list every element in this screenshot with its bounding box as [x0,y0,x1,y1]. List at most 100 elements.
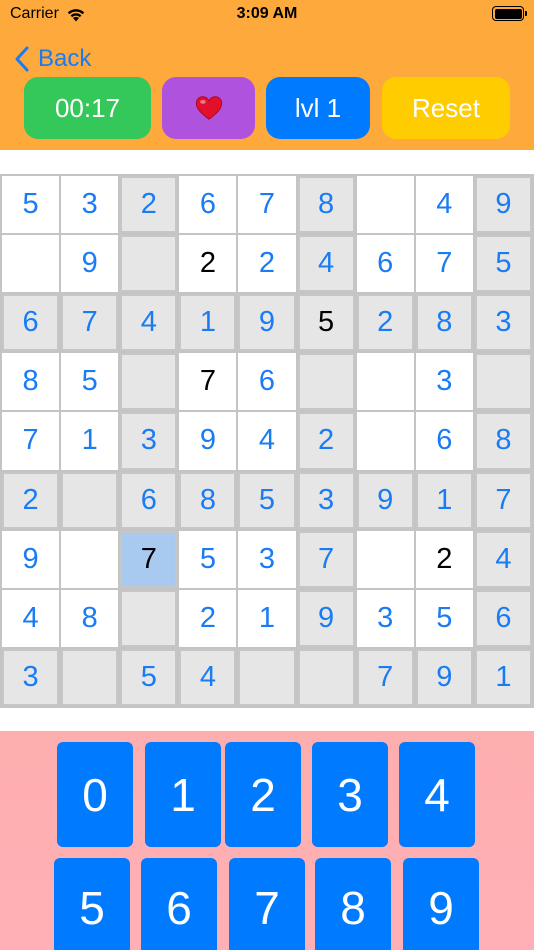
board-cell[interactable]: 4 [238,412,296,470]
board-cell[interactable]: 7 [474,471,532,529]
board-cell[interactable] [120,589,178,647]
board-cell[interactable]: 7 [297,530,355,588]
board-cell[interactable]: 1 [238,589,296,647]
board-cell[interactable] [61,648,119,706]
board-cell[interactable]: 7 [61,294,119,352]
board-cell[interactable]: 3 [120,412,178,470]
board-cell[interactable]: 4 [474,530,532,588]
level-button[interactable]: lvl 1 [266,77,370,139]
board-cell[interactable]: 5 [474,235,532,293]
board-cell[interactable] [297,353,355,411]
board-cell[interactable]: 9 [179,412,237,470]
board-cell[interactable] [120,353,178,411]
board-cell[interactable]: 9 [297,589,355,647]
chevron-left-icon [15,46,29,72]
board-cell[interactable]: 7 [356,648,414,706]
board-cell[interactable]: 7 [415,235,473,293]
reset-label: Reset [412,92,480,123]
reset-button[interactable]: Reset [382,77,510,139]
timer-button[interactable]: 00:17 [24,77,151,139]
board-cell[interactable]: 3 [61,176,119,234]
board-cell[interactable]: 5 [415,589,473,647]
board-cell[interactable] [238,648,296,706]
board-cell[interactable]: 9 [61,235,119,293]
board-cell[interactable]: 8 [2,353,60,411]
board-cell[interactable]: 5 [238,471,296,529]
favorite-button[interactable] [162,77,255,139]
board-cell[interactable]: 3 [356,589,414,647]
board-cell[interactable]: 7 [2,412,60,470]
board-cell[interactable]: 6 [415,412,473,470]
board-cell[interactable]: 7 [179,353,237,411]
keypad-key-5[interactable]: 5 [54,858,130,950]
board-cell[interactable]: 2 [120,176,178,234]
board-cell[interactable] [2,235,60,293]
board-cell[interactable]: 9 [415,648,473,706]
board-cell[interactable]: 3 [2,648,60,706]
board-cell[interactable]: 2 [415,530,473,588]
board-cell[interactable]: 5 [2,176,60,234]
board-cell[interactable] [297,648,355,706]
board-cell[interactable] [120,235,178,293]
board-cell[interactable]: 4 [2,589,60,647]
board-cell[interactable]: 6 [120,471,178,529]
board-cell[interactable]: 7 [238,176,296,234]
keypad-key-6[interactable]: 6 [141,858,217,950]
board-cell[interactable]: 3 [297,471,355,529]
board-cell[interactable]: 6 [2,294,60,352]
board-cell[interactable]: 2 [356,294,414,352]
keypad-key-2[interactable]: 2 [225,742,301,847]
board-cell[interactable]: 5 [61,353,119,411]
keypad-key-9[interactable]: 9 [403,858,479,950]
board-cell[interactable]: 2 [238,235,296,293]
board-cell[interactable]: 3 [415,353,473,411]
keypad-key-3[interactable]: 3 [312,742,388,847]
board-cell[interactable]: 9 [238,294,296,352]
board-cell[interactable]: 5 [179,530,237,588]
board-cell[interactable]: 7 [120,530,178,588]
board-cell[interactable]: 5 [297,294,355,352]
board-cell[interactable] [356,412,414,470]
board-cell[interactable]: 1 [474,648,532,706]
board-cell[interactable]: 8 [474,412,532,470]
keypad-key-4[interactable]: 4 [399,742,475,847]
keypad-key-7[interactable]: 7 [229,858,305,950]
board-cell[interactable]: 4 [120,294,178,352]
board-cell[interactable]: 8 [415,294,473,352]
board-cell[interactable]: 4 [415,176,473,234]
board-cell[interactable] [61,471,119,529]
board-cell[interactable]: 6 [238,353,296,411]
number-keypad: 01234 56789 [0,731,534,950]
board-cell[interactable]: 9 [356,471,414,529]
keypad-key-0[interactable]: 0 [57,742,133,847]
board-cell[interactable]: 2 [2,471,60,529]
keypad-key-1[interactable]: 1 [145,742,221,847]
back-button[interactable]: Back [12,45,91,73]
board-cell[interactable]: 2 [179,235,237,293]
board-cell[interactable]: 6 [474,589,532,647]
board-cell[interactable]: 4 [297,235,355,293]
board-cell[interactable]: 9 [2,530,60,588]
board-cell[interactable] [474,353,532,411]
board-cell[interactable] [356,176,414,234]
board-cell[interactable]: 2 [179,589,237,647]
board-cell[interactable] [61,530,119,588]
board-cell[interactable]: 8 [297,176,355,234]
board-cell[interactable]: 8 [61,589,119,647]
board-cell[interactable]: 3 [474,294,532,352]
board-cell[interactable]: 5 [120,648,178,706]
board-cell[interactable]: 4 [179,648,237,706]
board-cell[interactable] [356,530,414,588]
board-cell[interactable]: 9 [474,176,532,234]
timer-label: 00:17 [54,92,121,123]
board-cell[interactable]: 2 [297,412,355,470]
board-cell[interactable]: 6 [179,176,237,234]
keypad-key-8[interactable]: 8 [315,858,391,950]
board-cell[interactable] [356,353,414,411]
board-cell[interactable]: 1 [61,412,119,470]
board-cell[interactable]: 8 [179,471,237,529]
board-cell[interactable]: 6 [356,235,414,293]
board-cell[interactable]: 1 [415,471,473,529]
board-cell[interactable]: 3 [238,530,296,588]
board-cell[interactable]: 1 [179,294,237,352]
